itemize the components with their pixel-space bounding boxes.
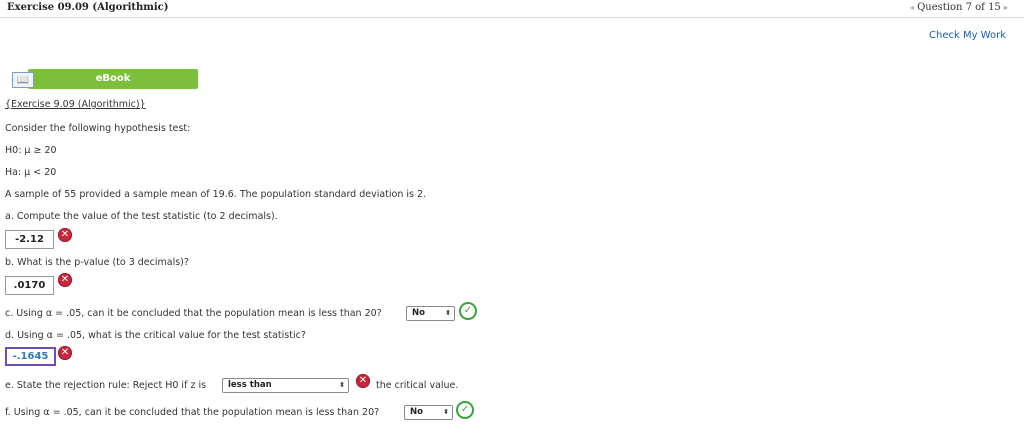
question-e-suffix: the critical value.	[376, 380, 459, 391]
question-b-prompt: b. What is the p-value (to 3 decimals)?	[5, 257, 189, 268]
ebook-label: eBook	[95, 73, 131, 84]
select-caret-icon: ⬍	[443, 408, 449, 416]
incorrect-icon: ✕	[58, 273, 72, 287]
correct-icon: ✓	[456, 401, 474, 419]
incorrect-icon: ✕	[58, 228, 72, 242]
exercise-title: Exercise 09.09 (Algorithmic)	[7, 2, 169, 13]
prev-question-icon[interactable]: ◂	[910, 3, 914, 12]
intro-text: Consider the following hypothesis test:	[5, 123, 191, 134]
answer-c-selected: No	[412, 308, 425, 318]
question-c-prompt: c. Using α = .05, can it be concluded th…	[5, 308, 382, 319]
next-question-icon[interactable]: ▸	[1004, 3, 1008, 12]
question-d-prompt: d. Using α = .05, what is the critical v…	[5, 330, 306, 341]
answer-c-select[interactable]: No ⬍	[406, 306, 455, 321]
answer-f-select[interactable]: No ⬍	[404, 405, 453, 420]
book-glyph: 📖	[16, 74, 30, 86]
answer-e-selected: less than	[228, 380, 272, 390]
question-f-prompt: f. Using α = .05, can it be concluded th…	[5, 407, 380, 418]
answer-b-input[interactable]: .0170	[5, 276, 54, 295]
alternative-hypothesis: Ha: μ < 20	[5, 167, 57, 178]
answer-f-selected: No	[410, 407, 423, 417]
correct-icon: ✓	[459, 302, 477, 320]
select-caret-icon: ⬍	[339, 381, 345, 389]
question-a-prompt: a. Compute the value of the test statist…	[5, 211, 278, 222]
question-e-prompt: e. State the rejection rule: Reject H0 i…	[5, 380, 207, 391]
question-nav: ◂ Question 7 of 15 ▸	[910, 2, 1008, 13]
exercise-reference-link[interactable]: {Exercise 9.09 (Algorithmic)}	[5, 99, 146, 110]
check-my-work-link[interactable]: Check My Work	[929, 30, 1006, 41]
answer-d-input[interactable]: -.1645	[5, 347, 56, 366]
incorrect-icon: ✕	[356, 374, 370, 388]
incorrect-icon: ✕	[58, 346, 72, 360]
ebook-button[interactable]: eBook	[28, 69, 198, 89]
answer-a-input[interactable]: -2.12	[5, 230, 54, 249]
book-icon[interactable]: 📖	[12, 72, 34, 88]
null-hypothesis: H0: μ ≥ 20	[5, 145, 57, 156]
sample-description: A sample of 55 provided a sample mean of…	[5, 189, 427, 200]
question-counter: Question 7 of 15	[917, 2, 1001, 13]
exercise-reference-text: {Exercise 9.09 (Algorithmic)}	[5, 99, 146, 110]
answer-e-select[interactable]: less than ⬍	[222, 378, 349, 393]
select-caret-icon: ⬍	[445, 309, 451, 317]
